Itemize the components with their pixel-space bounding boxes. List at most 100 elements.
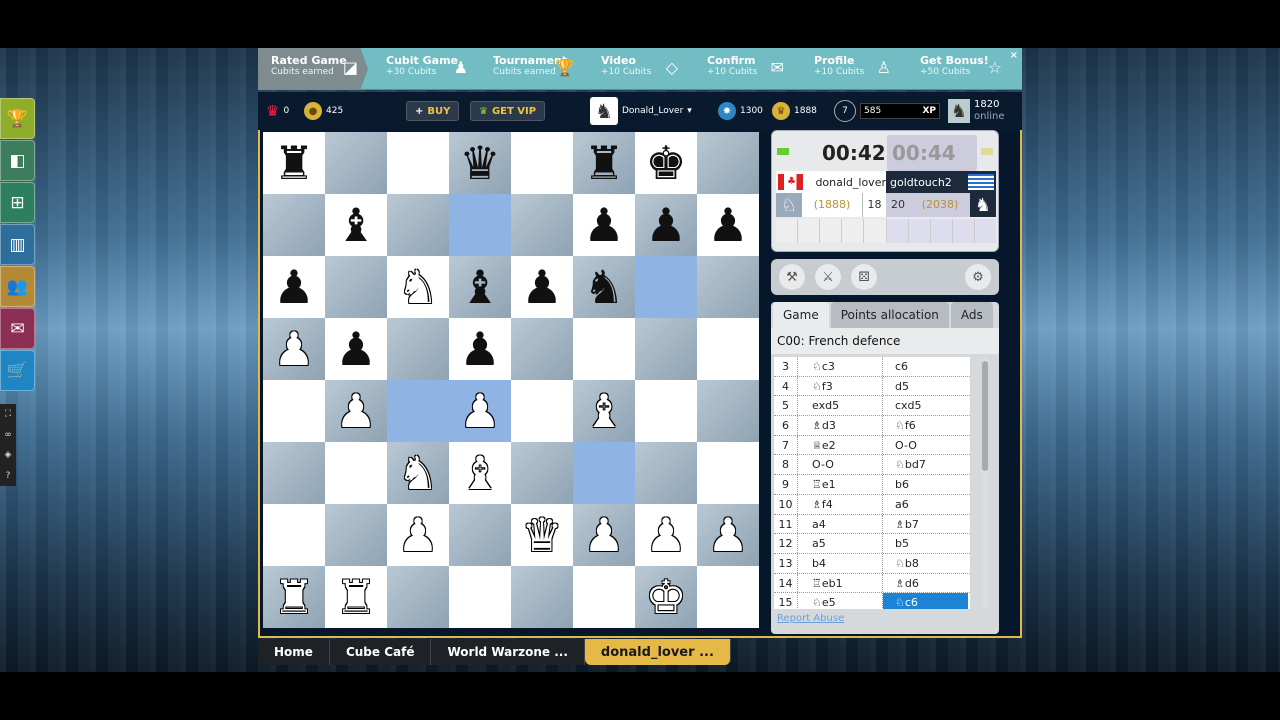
square-e2[interactable]: ♛ (511, 504, 573, 566)
black-king-icon[interactable]: ♚ (645, 140, 686, 186)
promo-profile[interactable]: Profile +10 Cubits ♙ (801, 48, 901, 90)
white-pawn-icon[interactable]: ♟ (273, 326, 314, 372)
square-c3[interactable]: ♞ (387, 442, 449, 504)
black-pawn-icon[interactable]: ♟ (335, 326, 376, 372)
square-a8[interactable]: ♜ (263, 132, 325, 194)
square-a1[interactable]: ♜ (263, 566, 325, 628)
square-g5[interactable] (635, 318, 697, 380)
black-move[interactable]: a6 (883, 495, 968, 514)
puzzle-icon[interactable]: ◧ (0, 140, 35, 181)
black-player-name[interactable]: goldtouch2 (890, 176, 952, 189)
black-move[interactable]: ♘f6 (883, 416, 968, 435)
square-b6[interactable] (325, 256, 387, 318)
black-move[interactable]: ♗d6 (883, 574, 968, 593)
report-abuse-link[interactable]: Report Abuse (777, 613, 844, 624)
square-b8[interactable] (325, 132, 387, 194)
white-king-icon[interactable]: ♚ (645, 574, 686, 620)
square-h1[interactable] (697, 566, 759, 628)
chevron-down-icon[interactable]: ▾ (687, 106, 692, 116)
black-move[interactable]: ♘b8 (883, 554, 968, 573)
square-e3[interactable] (511, 442, 573, 504)
square-h6[interactable] (697, 256, 759, 318)
white-move[interactable]: ♕e2 (798, 435, 883, 455)
square-f1[interactable] (573, 566, 635, 628)
white-move[interactable]: ♘c3 (798, 357, 883, 376)
black-move[interactable]: b5 (883, 534, 968, 553)
promo-confirm[interactable]: Confirm +10 Cubits ✉ (694, 48, 794, 90)
black-queen-icon[interactable]: ♛ (459, 140, 500, 186)
trophy-icon[interactable]: 🏆 (0, 98, 35, 139)
shield-icon[interactable]: ◈ (5, 450, 12, 460)
white-move[interactable]: ♖eb1 (798, 573, 883, 593)
promo-rated-game[interactable]: Rated Game Cubits earned ◪ (258, 48, 368, 90)
square-g4[interactable] (635, 380, 697, 442)
buy-button[interactable]: + BUY (406, 101, 460, 121)
tab-world-warzone[interactable]: World Warzone ... (431, 639, 585, 665)
black-pawn-icon[interactable]: ♟ (459, 326, 500, 372)
square-a7[interactable] (263, 194, 325, 256)
black-move[interactable]: ♘bd7 (883, 455, 968, 474)
black-pawn-icon[interactable]: ♟ (645, 202, 686, 248)
square-a6[interactable]: ♟ (263, 256, 325, 318)
white-pawn-icon[interactable]: ♟ (397, 512, 438, 558)
promo-get-bonus[interactable]: Get Bonus! +50 Cubits ☆ (907, 48, 1012, 90)
white-bishop-icon[interactable]: ♝ (583, 388, 624, 434)
chess-board[interactable]: ♜ ♛ ♜ ♚ ♝ ♟ ♟ ♟ ♟ ♞ ♝ ♟ ♞ ♟ ♟ ♟ ♟ ♟ ♝ ♞ ♝ ♟ ♛ ♟ ♟ ♟ ♜ ♜ ♚ (263, 132, 759, 628)
dice-icon[interactable]: ⚄ (851, 264, 877, 290)
square-e1[interactable] (511, 566, 573, 628)
square-c6[interactable]: ♞ (387, 256, 449, 318)
promo-tournament[interactable]: Tournament Cubits earned 🏆 (480, 48, 585, 90)
square-e7[interactable] (511, 194, 573, 256)
square-e4[interactable] (511, 380, 573, 442)
white-queen-icon[interactable]: ♛ (521, 512, 562, 558)
black-move[interactable]: c6 (883, 357, 968, 376)
white-move[interactable]: ♗f4 (798, 494, 883, 514)
promo-cubit-game[interactable]: Cubit Game +30 Cubits ♟ (373, 48, 478, 90)
stats-icon[interactable]: ▥ (0, 224, 35, 265)
tab-points-allocation[interactable]: Points allocation (830, 302, 949, 328)
square-b5[interactable]: ♟ (325, 318, 387, 380)
square-h2[interactable]: ♟ (697, 504, 759, 566)
square-d4[interactable]: ♟ (449, 380, 511, 442)
square-f5[interactable] (573, 318, 635, 380)
square-e8[interactable] (511, 132, 573, 194)
help-icon[interactable]: ? (6, 471, 11, 481)
square-e6[interactable]: ♟ (511, 256, 573, 318)
square-f3[interactable] (573, 442, 635, 504)
chat-icon[interactable]: ✉ (0, 308, 35, 349)
square-g8[interactable]: ♚ (635, 132, 697, 194)
square-f7[interactable]: ♟ (573, 194, 635, 256)
white-bishop-icon[interactable]: ♝ (459, 450, 500, 496)
square-h4[interactable] (697, 380, 759, 442)
square-h5[interactable] (697, 318, 759, 380)
square-a3[interactable] (263, 442, 325, 504)
white-knight-icon[interactable]: ♞ (397, 450, 438, 496)
square-b1[interactable]: ♜ (325, 566, 387, 628)
black-move[interactable]: cxd5 (883, 396, 968, 415)
black-rook-icon[interactable]: ♜ (273, 140, 314, 186)
promo-video[interactable]: Video +10 Cubits ◇ (588, 48, 688, 90)
black-pawn-icon[interactable]: ♟ (707, 202, 748, 248)
white-move[interactable]: ♘e5 (798, 593, 883, 609)
black-pawn-icon[interactable]: ♟ (273, 264, 314, 310)
square-d7[interactable] (449, 194, 511, 256)
black-pawn-icon[interactable]: ♟ (583, 202, 624, 248)
black-move[interactable]: ♗b7 (883, 515, 968, 534)
tab-ads[interactable]: Ads (950, 302, 993, 328)
square-b4[interactable]: ♟ (325, 380, 387, 442)
white-move[interactable]: a4 (798, 514, 883, 534)
white-move[interactable]: O-O (798, 455, 883, 475)
white-move[interactable]: ♗d3 (798, 416, 883, 435)
white-move[interactable]: ♖e1 (798, 475, 883, 494)
square-c8[interactable] (387, 132, 449, 194)
white-move[interactable]: a5 (798, 534, 883, 553)
tab-current-game[interactable]: donald_lover ... (584, 639, 731, 665)
square-d1[interactable] (449, 566, 511, 628)
fullscreen-icon[interactable]: ⛶ (5, 409, 11, 419)
username[interactable]: Donald_Lover (622, 106, 683, 116)
square-b2[interactable] (325, 504, 387, 566)
cannon-icon[interactable]: ⚔ (815, 264, 841, 290)
square-a4[interactable] (263, 380, 325, 442)
white-pawn-icon[interactable]: ♟ (335, 388, 376, 434)
square-g3[interactable] (635, 442, 697, 504)
